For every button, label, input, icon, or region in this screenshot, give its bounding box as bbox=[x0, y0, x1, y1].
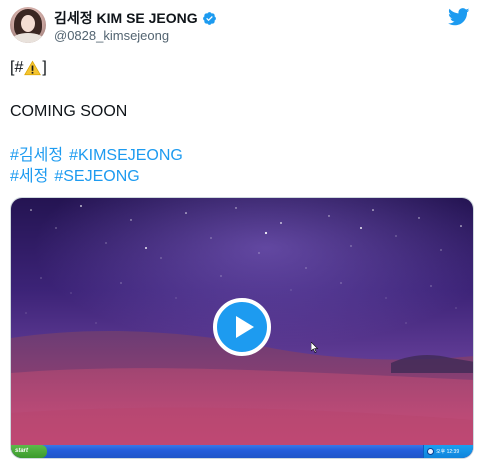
tweet-card: 김세정 KIM SE JEONG @0828_kimsejeong [# ] C… bbox=[0, 0, 480, 462]
start-button: start bbox=[11, 445, 47, 458]
hashtag-link[interactable]: #김세정 bbox=[10, 146, 63, 166]
bracket-open-text: [# bbox=[10, 59, 24, 76]
hashtag-row-2: #세정 #SEJEONG bbox=[10, 167, 140, 187]
hashtag-link[interactable]: #세정 bbox=[10, 167, 48, 187]
tray-clock: 오후 12:39 bbox=[436, 449, 460, 455]
system-tray: 오후 12:39 bbox=[423, 445, 473, 458]
video-player[interactable]: start 오후 12:39 bbox=[10, 197, 474, 459]
warning-icon bbox=[24, 60, 42, 76]
tray-icon bbox=[427, 448, 434, 455]
hashtag-row-1: #김세정 #KIMSEJEONG bbox=[10, 146, 183, 166]
twitter-bird-icon[interactable] bbox=[448, 8, 470, 26]
verified-badge-icon bbox=[202, 11, 216, 25]
mouse-cursor-icon bbox=[311, 342, 319, 353]
hashtag-link[interactable]: #SEJEONG bbox=[54, 167, 139, 187]
tweet-text-line-1: [# ] bbox=[10, 58, 47, 78]
bracket-close-text: ] bbox=[42, 59, 47, 76]
user-name-row[interactable]: 김세정 KIM SE JEONG bbox=[54, 8, 217, 28]
display-name[interactable]: 김세정 KIM SE JEONG bbox=[54, 8, 198, 28]
coming-soon-text: COMING SOON bbox=[10, 103, 128, 120]
hashtag-link[interactable]: #KIMSEJEONG bbox=[69, 146, 183, 166]
play-icon bbox=[235, 316, 254, 338]
avatar[interactable] bbox=[10, 7, 46, 43]
taskbar: start 오후 12:39 bbox=[11, 445, 473, 458]
play-button[interactable] bbox=[213, 298, 271, 356]
user-handle[interactable]: @0828_kimsejeong bbox=[54, 28, 169, 43]
